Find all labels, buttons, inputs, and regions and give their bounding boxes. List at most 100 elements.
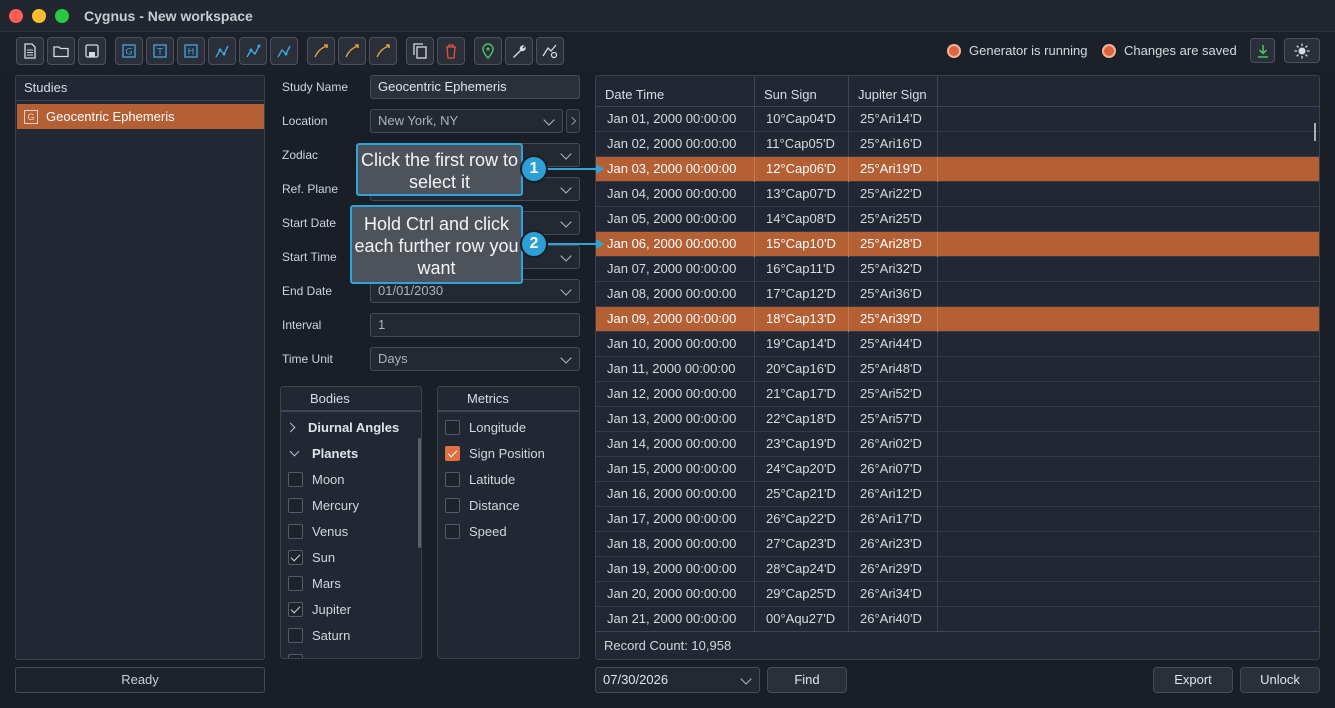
export-button[interactable]: Export — [1153, 667, 1233, 693]
checkbox[interactable] — [288, 471, 303, 487]
minimize-window-button[interactable] — [32, 9, 46, 23]
body-jupiter[interactable]: Jupiter — [288, 596, 351, 622]
table-row[interactable]: Jan 19, 2000 00:00:00 28°Cap24'D 26°Ari29'… — [596, 557, 1319, 582]
new-topocentric-button[interactable]: T — [146, 37, 174, 65]
body-sun[interactable]: Sun — [288, 544, 335, 570]
location-select[interactable]: New York, NY — [370, 109, 563, 133]
table-row[interactable]: Jan 11, 2000 00:00:00 20°Cap16'D 25°Ari48'… — [596, 357, 1319, 382]
chart-settings-button[interactable] — [536, 37, 564, 65]
checkbox[interactable] — [445, 471, 460, 487]
table-row[interactable]: Jan 14, 2000 00:00:00 23°Cap19'D 26°Ari02'… — [596, 432, 1319, 457]
metric-latitude[interactable]: Latitude — [445, 466, 515, 492]
theme-toggle-button[interactable] — [1284, 38, 1320, 63]
chart-t-icon — [246, 44, 261, 58]
table-row[interactable]: Jan 05, 2000 00:00:00 14°Cap08'D 25°Ari25'… — [596, 207, 1319, 232]
checkbox-checked[interactable] — [288, 601, 303, 617]
new-geocentric-button[interactable]: G — [115, 37, 143, 65]
table-cell: 25°Ari57'D — [849, 407, 938, 432]
unlock-button[interactable]: Unlock — [1240, 667, 1320, 693]
body-mars[interactable]: Mars — [288, 570, 341, 596]
callout-step-1-badge: 1 — [520, 155, 548, 183]
curve-t-button[interactable] — [338, 37, 366, 65]
metric-sign-position[interactable]: Sign Position — [445, 440, 545, 466]
studies-panel: Studies G Geocentric Ephemeris — [15, 75, 265, 660]
column-header-jupiter-sign[interactable]: Jupiter Sign — [849, 76, 938, 107]
metric-speed[interactable]: Speed — [445, 518, 507, 544]
metric-distance[interactable]: Distance — [445, 492, 520, 518]
find-date-picker[interactable]: 07/30/2026 — [595, 667, 760, 693]
checkbox[interactable] — [445, 497, 460, 513]
location-next-button[interactable] — [566, 109, 580, 133]
checkbox-checked[interactable] — [288, 549, 303, 565]
studies-header: Studies — [16, 76, 264, 101]
table-row[interactable]: Jan 21, 2000 00:00:00 00°Aqu27'D 26°Ari40'… — [596, 607, 1319, 632]
close-window-button[interactable] — [9, 9, 23, 23]
study-item[interactable]: G Geocentric Ephemeris — [17, 104, 264, 129]
body-partial[interactable] — [288, 648, 312, 658]
checkbox[interactable] — [445, 523, 460, 539]
checkbox[interactable] — [445, 419, 460, 435]
chart-g-icon — [215, 45, 229, 58]
end-date-value: 01/01/2030 — [378, 283, 444, 298]
study-name-input[interactable]: Geocentric Ephemeris — [370, 75, 580, 99]
table-cell: 22°Cap18'D — [755, 407, 849, 432]
callout-step-1: Click the first row to select it — [356, 143, 523, 196]
table-cell: Jan 20, 2000 00:00:00 — [596, 582, 755, 607]
open-button[interactable] — [47, 37, 75, 65]
table-row[interactable]: Jan 08, 2000 00:00:00 17°Cap12'D 25°Ari36'… — [596, 282, 1319, 307]
table-row[interactable]: Jan 17, 2000 00:00:00 26°Cap22'D 26°Ari17'… — [596, 507, 1319, 532]
body-saturn[interactable]: Saturn — [288, 622, 350, 648]
download-button[interactable] — [1250, 38, 1275, 63]
chart-g-button[interactable] — [208, 37, 236, 65]
table-cell: Jan 10, 2000 00:00:00 — [596, 332, 755, 357]
table-row[interactable]: Jan 15, 2000 00:00:00 24°Cap20'D 26°Ari07'… — [596, 457, 1319, 482]
table-row[interactable]: Jan 09, 2000 00:00:00 18°Cap13'D 25°Ari39'… — [596, 307, 1319, 332]
bodies-scrollbar[interactable] — [418, 438, 421, 548]
table-row[interactable]: Jan 18, 2000 00:00:00 27°Cap23'D 26°Ari23'… — [596, 532, 1319, 557]
find-button[interactable]: Find — [767, 667, 847, 693]
table-row[interactable]: Jan 07, 2000 00:00:00 16°Cap11'D 25°Ari32'… — [596, 257, 1319, 282]
checkbox[interactable] — [288, 497, 303, 513]
new-file-button[interactable] — [16, 37, 44, 65]
table-row[interactable]: Jan 12, 2000 00:00:00 21°Cap17'D 25°Ari52'… — [596, 382, 1319, 407]
table-row[interactable]: Jan 16, 2000 00:00:00 25°Cap21'D 26°Ari12'… — [596, 482, 1319, 507]
delete-button[interactable] — [437, 37, 465, 65]
chart-h-button[interactable] — [270, 37, 298, 65]
zoom-window-button[interactable] — [55, 9, 69, 23]
save-button[interactable] — [78, 37, 106, 65]
column-header-sun-sign[interactable]: Sun Sign — [755, 76, 849, 107]
tools-button[interactable] — [505, 37, 533, 65]
table-cell: 21°Cap17'D — [755, 382, 849, 407]
column-header-date-time[interactable]: Date Time — [596, 76, 755, 107]
interval-input[interactable]: 1 — [370, 313, 580, 337]
chart-t-button[interactable] — [239, 37, 267, 65]
table-row[interactable]: Jan 06, 2000 00:00:00 15°Cap10'D 25°Ari28'… — [596, 232, 1319, 257]
location-button[interactable] — [474, 37, 502, 65]
curve-g-button[interactable] — [307, 37, 335, 65]
metric-longitude[interactable]: Longitude — [445, 414, 526, 440]
checkbox[interactable] — [288, 523, 303, 539]
group-diurnal-angles[interactable]: Diurnal Angles — [281, 414, 399, 440]
body-venus[interactable]: Venus — [288, 518, 348, 544]
checkbox-checked[interactable] — [445, 445, 460, 461]
table-row[interactable]: Jan 04, 2000 00:00:00 13°Cap07'D 25°Ari22'… — [596, 182, 1319, 207]
checkbox[interactable] — [288, 575, 303, 591]
table-row[interactable]: Jan 13, 2000 00:00:00 22°Cap18'D 25°Ari57'… — [596, 407, 1319, 432]
checkbox[interactable] — [288, 653, 303, 658]
curve-h-button[interactable] — [369, 37, 397, 65]
table-row[interactable]: Jan 02, 2000 00:00:00 11°Cap05'D 25°Ari16'… — [596, 132, 1319, 157]
copy-button[interactable] — [406, 37, 434, 65]
body-moon[interactable]: Moon — [288, 466, 345, 492]
table-row[interactable]: Jan 10, 2000 00:00:00 19°Cap14'D 25°Ari44'… — [596, 332, 1319, 357]
table-row[interactable]: Jan 20, 2000 00:00:00 29°Cap25'D 26°Ari34'… — [596, 582, 1319, 607]
title-bar: Cygnus - New workspace — [0, 0, 1335, 32]
group-planets[interactable]: Planets — [281, 440, 358, 466]
grid-scrollbar[interactable] — [1314, 123, 1316, 141]
table-row[interactable]: Jan 03, 2000 00:00:00 12°Cap06'D 25°Ari19'… — [596, 157, 1319, 182]
body-mercury[interactable]: Mercury — [288, 492, 359, 518]
new-heliocentric-button[interactable]: H — [177, 37, 205, 65]
chevron-down-icon — [560, 216, 572, 228]
time-unit-select[interactable]: Days — [370, 347, 580, 371]
checkbox[interactable] — [288, 627, 303, 643]
table-row[interactable]: Jan 01, 2000 00:00:00 10°Cap04'D 25°Ari14'… — [596, 107, 1319, 132]
